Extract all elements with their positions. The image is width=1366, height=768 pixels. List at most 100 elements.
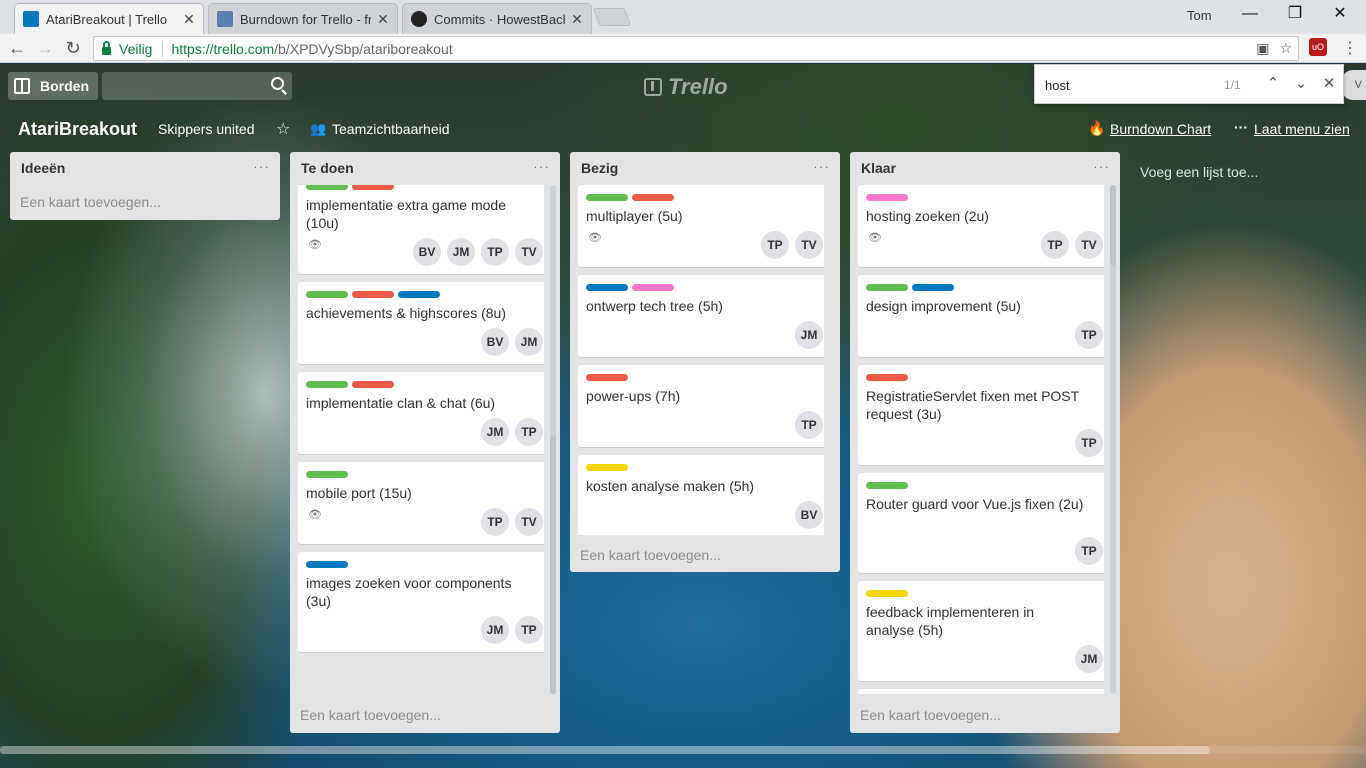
browser-tab-github[interactable]: Commits · HowestBachel ✕ — [402, 3, 592, 34]
board-horizontal-scrollbar[interactable] — [0, 746, 1366, 754]
list-title[interactable]: Te doen — [301, 160, 354, 176]
add-card-button[interactable]: Een kaart toevoegen... — [860, 707, 1001, 723]
card[interactable]: power-ups (7h) TP — [578, 365, 824, 447]
member-avatar[interactable]: TP — [1075, 537, 1103, 565]
member-avatar[interactable]: TP — [515, 418, 543, 446]
list-scroll-thumb[interactable] — [1110, 185, 1116, 265]
card-labels — [306, 471, 348, 478]
team-name[interactable]: Skippers united — [158, 121, 255, 137]
find-input[interactable]: host — [1045, 78, 1070, 93]
card[interactable]: feedback implementeren in analyse (5h) JM — [858, 581, 1104, 681]
list-menu-icon[interactable]: ··· — [813, 158, 830, 174]
label-green — [306, 291, 348, 298]
list-menu-icon[interactable]: ··· — [253, 158, 270, 174]
add-card-button[interactable]: Een kaart toevoegen... — [20, 194, 161, 210]
member-avatar[interactable]: TP — [481, 508, 509, 536]
burndown-chart-link[interactable]: Burndown Chart — [1110, 121, 1211, 137]
member-avatar[interactable]: TP — [1075, 321, 1103, 349]
card[interactable]: Router guard voor Vue.js fixen (2u) TP — [858, 473, 1104, 573]
forward-arrow-icon[interactable]: → — [32, 36, 58, 60]
blocked-popup-icon[interactable]: ▣ — [1256, 40, 1269, 57]
member-avatar[interactable]: TP — [795, 411, 823, 439]
member-avatar[interactable]: TP — [515, 616, 543, 644]
reload-icon[interactable]: ↻ — [60, 36, 86, 60]
card[interactable]: implementatie extra game mode (10u) 👁 BV JM… — [298, 185, 544, 274]
board-title[interactable]: AtariBreakout — [18, 119, 137, 140]
card[interactable]: achievements & highscores (8u) BV JM — [298, 282, 544, 364]
add-card-button[interactable]: Een kaart toevoegen... — [300, 707, 441, 723]
card[interactable]: design improvement (5u) TP — [858, 275, 1104, 357]
browser-tab-trello[interactable]: AtariBreakout | Trello ✕ — [14, 3, 204, 34]
member-avatar[interactable]: JM — [795, 321, 823, 349]
add-card-button[interactable]: Een kaart toevoegen... — [580, 547, 721, 563]
member-avatar[interactable]: TP — [761, 231, 789, 259]
member-avatar[interactable]: TP — [1041, 231, 1069, 259]
visibility-label[interactable]: Teamzichtbaarheid — [332, 121, 450, 137]
bookmark-star-icon[interactable]: ☆ — [1279, 40, 1292, 57]
address-bar[interactable]: Veilig https://trello.com /b/XPDVySbp/at… — [93, 36, 1299, 61]
search-icon[interactable] — [271, 77, 284, 90]
member-avatar[interactable]: BV — [413, 238, 441, 266]
member-avatar[interactable]: TV — [515, 508, 543, 536]
find-next-icon[interactable]: ⌄ — [1291, 74, 1311, 92]
board-search-input[interactable] — [102, 72, 292, 100]
list-menu-icon[interactable]: ··· — [1093, 158, 1110, 174]
close-tab-icon[interactable]: ✕ — [571, 11, 583, 28]
card[interactable]: hosting zoeken (2u) 👁 TP TV — [858, 185, 1104, 267]
label-green — [586, 194, 628, 201]
member-avatar[interactable]: TV — [1075, 231, 1103, 259]
lock-icon — [102, 40, 111, 55]
card[interactable]: images zoeken voor components (3u) JM TP — [298, 552, 544, 652]
card[interactable]: kosten analyse maken (5h) BV — [578, 455, 824, 535]
member-avatar[interactable]: BV — [795, 501, 823, 529]
list-menu-icon[interactable]: ··· — [533, 158, 550, 174]
member-avatar[interactable]: BV — [481, 328, 509, 356]
member-avatar[interactable]: JM — [1075, 645, 1103, 673]
list-scrollbar[interactable] — [550, 185, 556, 694]
watching-eye-icon: 👁 — [308, 239, 322, 251]
card-members: TP — [1075, 321, 1103, 349]
list-title[interactable]: Bezig — [581, 160, 618, 176]
member-avatar[interactable]: JM — [481, 616, 509, 644]
list-scroll-thumb[interactable] — [550, 435, 556, 694]
star-icon[interactable]: ☆ — [276, 119, 290, 139]
add-list-button[interactable]: Voeg een lijst toe... — [1140, 164, 1258, 180]
browser-menu-icon[interactable]: ⋮ — [1342, 38, 1358, 58]
card[interactable]: orm naar erd (0.5u) — [858, 689, 1104, 694]
boards-button[interactable]: Borden — [8, 72, 98, 100]
card-title: Router guard voor Vue.js fixen (2u) — [866, 496, 1084, 512]
member-avatar[interactable]: JM — [447, 238, 475, 266]
card-members: TP TV — [481, 508, 543, 536]
card[interactable]: ontwerp tech tree (5h) JM — [578, 275, 824, 357]
member-avatar[interactable]: JM — [481, 418, 509, 446]
menu-dots-icon[interactable]: ··· — [1234, 119, 1248, 135]
list-title[interactable]: Klaar — [861, 160, 896, 176]
extension-shield-icon[interactable]: uO — [1309, 38, 1327, 56]
restore-window-icon[interactable]: ❐ — [1275, 3, 1315, 27]
back-arrow-icon[interactable]: ← — [4, 36, 30, 60]
find-close-icon[interactable]: ✕ — [1319, 74, 1339, 92]
trello-logo[interactable]: Trello — [644, 74, 728, 100]
member-avatar[interactable]: TV — [515, 238, 543, 266]
find-previous-icon[interactable]: ⌃ — [1263, 74, 1283, 92]
close-tab-icon[interactable]: ✕ — [183, 11, 195, 28]
card[interactable]: implementatie clan & chat (6u) JM TP — [298, 372, 544, 454]
list-scrollbar[interactable] — [1110, 185, 1116, 694]
card[interactable]: mobile port (15u) 👁 TP TV — [298, 462, 544, 544]
browser-user-name[interactable]: Tom — [1187, 8, 1212, 23]
card[interactable]: multiplayer (5u) 👁 TP TV — [578, 185, 824, 267]
list-cards: hosting zoeken (2u) 👁 TP TV design improveme… — [858, 185, 1104, 694]
member-avatar[interactable]: TV — [795, 231, 823, 259]
horizontal-scroll-thumb[interactable] — [0, 746, 1210, 754]
member-avatar[interactable]: JM — [515, 328, 543, 356]
member-avatar[interactable]: TP — [481, 238, 509, 266]
card[interactable]: RegistratieServlet fixen met POST reques… — [858, 365, 1104, 465]
close-tab-icon[interactable]: ✕ — [377, 11, 389, 28]
show-menu-link[interactable]: Laat menu zien — [1254, 121, 1350, 137]
browser-tab-burndown[interactable]: Burndown for Trello - free ✕ — [208, 3, 398, 34]
list-title[interactable]: Ideeën — [21, 160, 65, 176]
member-avatar[interactable]: TP — [1075, 429, 1103, 457]
new-tab-button[interactable] — [592, 8, 632, 26]
minimize-window-icon[interactable]: — — [1230, 3, 1270, 27]
close-window-icon[interactable]: ✕ — [1320, 3, 1360, 27]
